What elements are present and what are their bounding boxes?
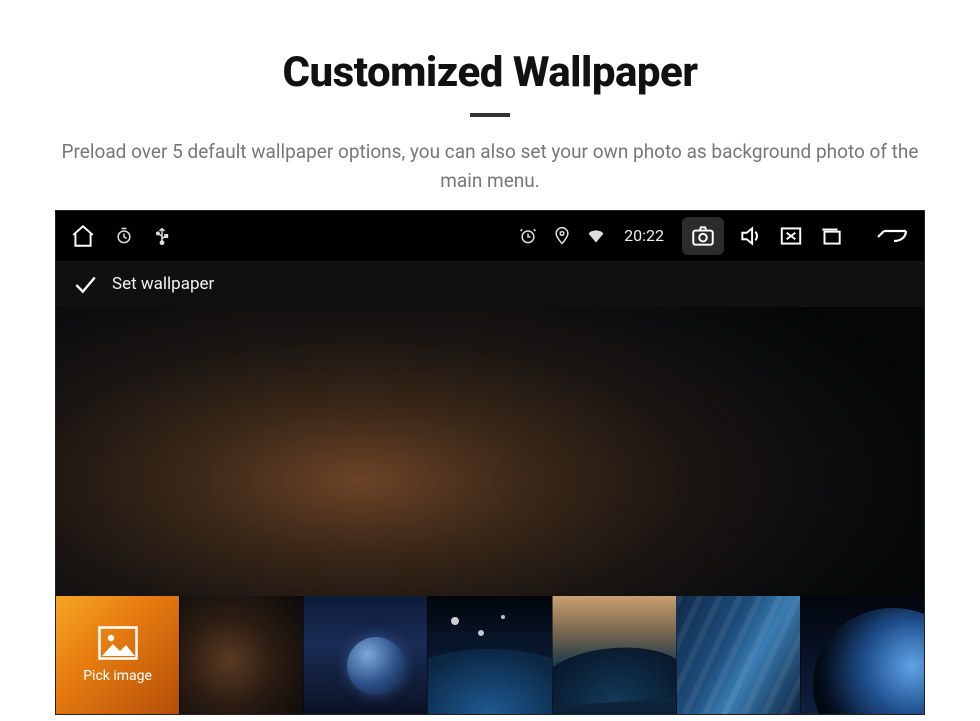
location-icon: [552, 226, 572, 246]
page-title: Customized Wallpaper: [283, 48, 698, 97]
back-icon[interactable]: [874, 223, 910, 249]
title-divider: [470, 113, 510, 117]
pick-image-label: Pick image: [83, 668, 152, 684]
screen-title-bar: Set wallpaper: [56, 261, 924, 307]
picture-icon: [98, 626, 138, 660]
close-app-icon[interactable]: [778, 223, 804, 249]
wallpaper-thumb-4[interactable]: [552, 596, 676, 714]
wallpaper-thumb-6[interactable]: [800, 596, 924, 714]
recent-apps-icon[interactable]: [818, 223, 844, 249]
alarm-icon: [518, 226, 538, 246]
wallpaper-thumb-2[interactable]: [303, 596, 427, 714]
wallpaper-thumb-5[interactable]: [676, 596, 800, 714]
status-bar: 20:22: [56, 211, 924, 261]
wallpaper-thumb-3[interactable]: [427, 596, 551, 714]
usb-icon: [152, 226, 172, 246]
device-screenshot: 20:22: [55, 210, 925, 715]
home-icon[interactable]: [70, 223, 96, 249]
page-description: Preload over 5 default wallpaper options…: [60, 137, 920, 196]
volume-icon[interactable]: [738, 223, 764, 249]
wallpaper-thumbnail-strip: Pick image: [56, 596, 924, 714]
screenshot-button[interactable]: [682, 217, 724, 255]
timer-icon: [114, 226, 134, 246]
wifi-icon: [586, 226, 606, 246]
wallpaper-preview: [56, 307, 924, 596]
clock-text: 20:22: [624, 226, 664, 245]
pick-image-button[interactable]: Pick image: [56, 596, 179, 714]
wallpaper-thumb-1[interactable]: [179, 596, 303, 714]
confirm-icon[interactable]: [72, 271, 98, 297]
screen-title: Set wallpaper: [112, 274, 214, 294]
